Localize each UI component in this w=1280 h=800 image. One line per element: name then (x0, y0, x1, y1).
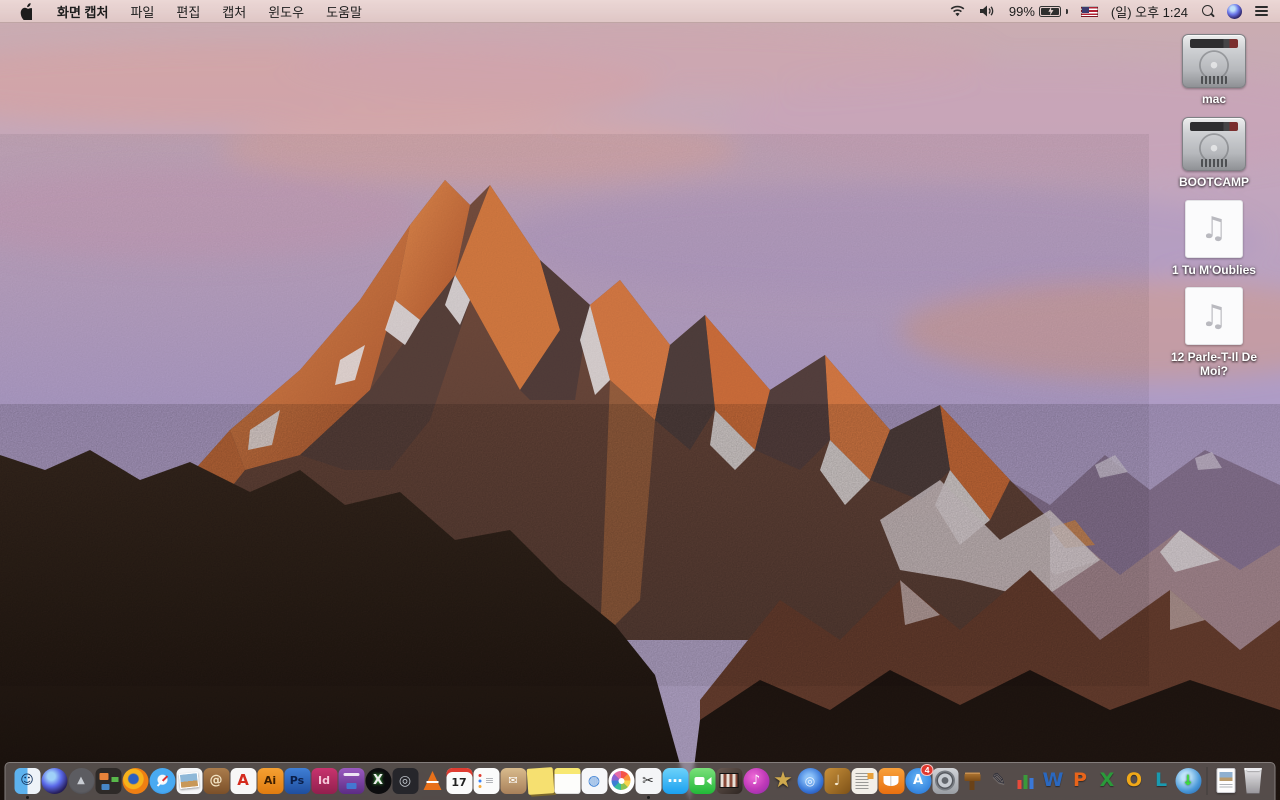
app-menu-screen-capture[interactable]: 화면 캡처 (46, 0, 119, 22)
desktop-icon-art: ♫ (1185, 199, 1243, 258)
volume-icon[interactable] (979, 4, 996, 18)
dock-news-app[interactable] (851, 767, 878, 795)
menu-capture[interactable]: 캡처 (211, 0, 257, 22)
dock-screen-capture-grab[interactable]: ✂ (635, 767, 662, 799)
desktop-audio-file-2[interactable]: ♫ 12 Parle-T-Il De Moi? (1155, 287, 1273, 379)
dock-preview[interactable] (176, 767, 203, 795)
desktop-drive-mac[interactable]: mac (1155, 34, 1273, 107)
siri-menu-icon[interactable] (1227, 3, 1242, 19)
desktop-icon-label: 12 Parle-T-Il De Moi? (1170, 350, 1258, 379)
desktop-icon-label: BOOTCAMP (1179, 174, 1249, 189)
battery-status[interactable]: 99% (1009, 4, 1068, 19)
desktop: 화면 캡처 파일 편집 캡처 윈도우 도움말 99% (일) 오후 1:24 m… (0, 0, 1280, 800)
desktop-icon-label: mac (1201, 92, 1227, 106)
music-note-icon: ♫ (1200, 298, 1228, 334)
dock-excel[interactable]: X (1094, 767, 1121, 795)
menu-bar: 화면 캡처 파일 편집 캡처 윈도우 도움말 99% (일) 오후 1:24 (0, 0, 1280, 23)
dock-photoshop[interactable]: Ps (284, 767, 311, 795)
notification-center-icon[interactable] (1255, 5, 1268, 17)
dock-archive-utility[interactable]: ✉ (500, 767, 527, 795)
dock-word[interactable]: W (1040, 767, 1067, 795)
desktop-icon-column: mac BOOTCAMP ♫ 1 Tu M'Oublies ♫ 12 Parle… (1152, 34, 1276, 389)
dock-system-preferences[interactable] (932, 767, 959, 795)
dock-lync[interactable]: L (1148, 767, 1175, 795)
dock-photo-booth[interactable] (716, 767, 743, 795)
wallpaper-sierra-mountain (0, 0, 1280, 800)
desktop-icon-art (1182, 116, 1246, 171)
menu-edit[interactable]: 편집 (165, 0, 211, 22)
app-menus: 화면 캡처 파일 편집 캡처 윈도우 도움말 (46, 0, 373, 22)
dock-acrobat[interactable]: A (230, 767, 257, 795)
dock-reminders[interactable]: ≡ (473, 767, 500, 795)
desktop-audio-file-1[interactable]: ♫ 1 Tu M'Oublies (1155, 199, 1273, 278)
menu-window[interactable]: 윈도우 (257, 0, 315, 22)
spotlight-search-icon[interactable] (1201, 4, 1214, 18)
apple-logo-icon (20, 2, 32, 20)
menu-file[interactable]: 파일 (119, 0, 165, 22)
desktop-drive-bootcamp[interactable]: BOOTCAMP (1155, 116, 1273, 190)
dock: ☺ ▲ @ A Ai Ps Id X ◎ 17 ≡ ✉ ◍ ✂ … ♪ ★ ◎ … (4, 762, 1276, 800)
input-source-us-flag-icon[interactable] (1080, 5, 1098, 17)
dock-siri[interactable] (41, 767, 68, 795)
dock-notes[interactable] (554, 767, 581, 795)
wifi-icon[interactable] (949, 5, 966, 18)
dock-facetime[interactable] (689, 767, 716, 795)
menu-help[interactable]: 도움말 (315, 0, 373, 22)
dock-keynote[interactable] (959, 767, 986, 795)
apple-menu[interactable] (12, 0, 46, 22)
dock-numbers[interactable] (1013, 767, 1040, 795)
dock-photos[interactable] (608, 767, 635, 795)
dock-dvd-app[interactable]: ◎ (797, 767, 824, 795)
dock-pages[interactable]: ✎ (986, 767, 1013, 795)
running-indicator (646, 795, 650, 799)
dock-firefox[interactable] (122, 767, 149, 795)
desktop-icon-label: 1 Tu M'Oublies (1172, 262, 1256, 277)
dock-download-manager[interactable]: ↓ (1175, 767, 1202, 795)
dock-imovie-star[interactable]: ★ (770, 767, 797, 795)
dock-media-compass-app[interactable]: ◍ (581, 767, 608, 795)
desktop-icon-art: ♫ (1185, 287, 1243, 346)
battery-percent: 99% (1008, 3, 1035, 19)
dock-launchpad[interactable]: ▲ (68, 767, 95, 795)
running-indicator (25, 795, 29, 799)
dock-itunes[interactable]: ♪ (743, 767, 770, 795)
battery-icon (1038, 5, 1061, 17)
dock-trash[interactable] (1240, 767, 1267, 795)
dock-illustrator[interactable]: Ai (257, 767, 284, 795)
notification-badge: 4 (920, 763, 934, 776)
desktop-icon-art (1182, 34, 1246, 88)
menu-clock[interactable]: (일) 오후 1:24 (1111, 2, 1188, 21)
dock-calendar[interactable]: 17 (446, 767, 473, 795)
dock-garageband[interactable]: ♩ (824, 767, 851, 795)
dock-disc-app[interactable]: ◎ (392, 767, 419, 795)
dock-document-file[interactable] (1213, 767, 1240, 795)
dock-finder[interactable]: ☺ (14, 767, 41, 799)
music-note-icon: ♫ (1200, 211, 1228, 247)
dock-stickies[interactable] (526, 766, 554, 795)
dock-divider (1206, 766, 1208, 795)
dock-outlook[interactable]: O (1121, 767, 1148, 795)
dock-indesign[interactable]: Id (311, 767, 338, 795)
dock-mission-control[interactable] (95, 767, 122, 795)
dock-powerpoint[interactable]: P (1067, 767, 1094, 795)
dock-app-store[interactable]: A 4 (905, 763, 934, 795)
dock-vlc[interactable] (419, 767, 446, 795)
dock-ibooks[interactable] (878, 767, 905, 795)
dock-address-book[interactable]: @ (203, 767, 230, 795)
dock-safari[interactable] (149, 767, 176, 795)
dock-x-app[interactable]: X (365, 767, 392, 795)
dock-toast[interactable] (338, 767, 365, 795)
dock-messages[interactable]: … (662, 767, 689, 795)
